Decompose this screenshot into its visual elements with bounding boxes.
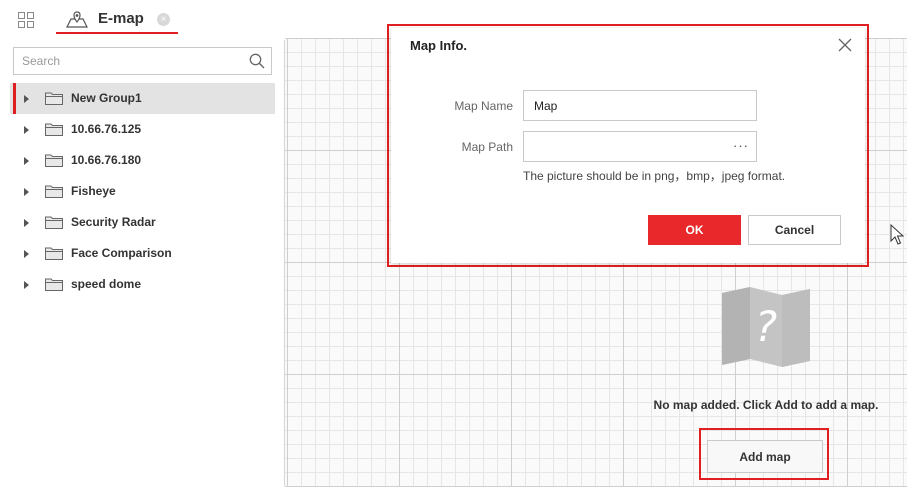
map-pin-icon	[66, 11, 88, 28]
expand-caret-icon[interactable]	[24, 219, 29, 227]
close-icon[interactable]	[838, 38, 852, 52]
map-name-label: Map Name	[454, 99, 513, 113]
search-icon[interactable]	[249, 53, 265, 69]
sidebar: New Group1 10.66.76.125 10.66.76.180 Fis…	[10, 40, 285, 486]
tree-item-label: Face Comparison	[71, 246, 172, 260]
map-question-glyph: ?	[755, 302, 777, 351]
folder-icon	[45, 154, 63, 167]
folder-icon	[45, 185, 63, 198]
tree-item-label: New Group1	[71, 91, 142, 105]
tab-close-icon[interactable]: ×	[157, 13, 170, 26]
map-path-input[interactable]: ···	[523, 131, 757, 162]
add-map-button[interactable]: Add map	[707, 440, 823, 473]
expand-caret-icon[interactable]	[24, 126, 29, 134]
apps-grid-icon[interactable]	[18, 12, 34, 28]
empty-map-message: No map added. Click Add to add a map.	[653, 398, 879, 412]
folder-icon	[45, 247, 63, 260]
search-box	[13, 47, 272, 75]
tree-item-security-radar[interactable]: Security Radar	[10, 207, 275, 238]
map-question-icon: ?	[722, 287, 810, 367]
map-path-label: Map Path	[461, 140, 513, 154]
tree-item-label: Security Radar	[71, 215, 156, 229]
folder-icon	[45, 278, 63, 291]
format-hint: The picture should be in png，bmp，jpeg fo…	[523, 169, 786, 183]
expand-caret-icon[interactable]	[24, 95, 29, 103]
expand-caret-icon[interactable]	[24, 157, 29, 165]
folder-icon	[45, 216, 63, 229]
tree-item-new-group1[interactable]: New Group1	[10, 83, 275, 114]
tree-item-label: 10.66.76.180	[71, 153, 142, 167]
tree-item-speed-dome[interactable]: speed dome	[10, 269, 275, 300]
expand-caret-icon[interactable]	[24, 250, 29, 258]
tree-item-label: Fisheye	[71, 184, 116, 198]
expand-caret-icon[interactable]	[24, 188, 29, 196]
map-name-input[interactable]	[523, 90, 757, 121]
tree-item-10-66-76-180[interactable]: 10.66.76.180	[10, 145, 275, 176]
tab-emap[interactable]: E-map ×	[56, 6, 178, 34]
tab-label: E-map	[98, 10, 144, 27]
map-info-dialog: Map Info. Map Name Map Path ··· The pict…	[391, 28, 865, 263]
folder-icon	[45, 123, 63, 136]
search-input[interactable]	[22, 48, 232, 74]
tree-item-fisheye[interactable]: Fisheye	[10, 176, 275, 207]
tree-item-label: speed dome	[71, 277, 142, 291]
tree-item-face-comparison[interactable]: Face Comparison	[10, 238, 275, 269]
group-tree: New Group1 10.66.76.125 10.66.76.180 Fis…	[10, 83, 275, 300]
browse-ellipsis-icon[interactable]: ···	[733, 138, 749, 153]
cancel-button[interactable]: Cancel	[748, 215, 841, 245]
tree-item-10-66-76-125[interactable]: 10.66.76.125	[10, 114, 275, 145]
dialog-title: Map Info.	[410, 38, 468, 53]
ok-button[interactable]: OK	[648, 215, 741, 245]
folder-icon	[45, 92, 63, 105]
tree-item-label: 10.66.76.125	[71, 122, 142, 136]
mouse-cursor-icon	[890, 224, 904, 245]
expand-caret-icon[interactable]	[24, 281, 29, 289]
